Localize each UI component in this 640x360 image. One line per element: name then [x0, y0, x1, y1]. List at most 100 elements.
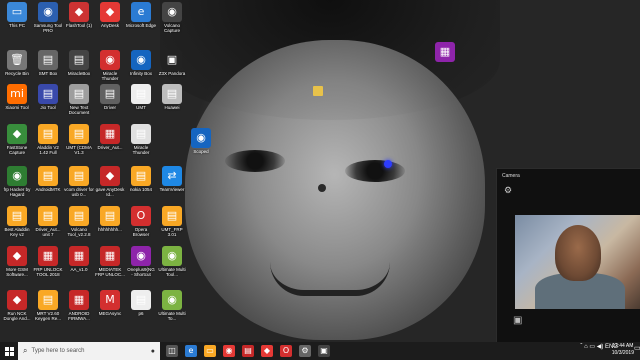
app-icon: ▤	[100, 84, 120, 104]
desktop-icon[interactable]: ▦	[430, 42, 460, 73]
search-box[interactable]: ⌕ Type here to search ●	[18, 342, 160, 360]
desktop-icon-label: Oneplus9(NG - Shortcut	[127, 267, 155, 277]
desktop-icon[interactable]: M MEGAsync	[95, 290, 125, 321]
desktop-icon-label: Jio Tool	[40, 105, 56, 110]
app-icon: ▤	[38, 124, 58, 144]
desktop-icon[interactable]: ◉ Infinity Box	[126, 50, 156, 81]
desktop-icon-label: Ultimate Multi To...	[158, 311, 186, 321]
desktop-icon[interactable]: ◉ Samsung Tool PRO	[33, 2, 63, 33]
desktop-icon[interactable]: e Microsoft Edge	[126, 2, 156, 33]
clock[interactable]: 12:44 AM 10/3/2019	[612, 343, 634, 357]
app-icon: ◆	[100, 2, 120, 22]
desktop-icon-label: Infinity Box	[129, 71, 152, 76]
app-icon: ▦	[38, 246, 58, 266]
app-icon: ▤	[131, 84, 151, 104]
desktop-icon[interactable]: ▤ UMT	[126, 84, 156, 115]
app-icon: ◆	[100, 166, 120, 186]
desktop-icon[interactable]: ▤ vcom driver for usb 0...	[64, 166, 94, 197]
microphone-icon[interactable]: ●	[151, 348, 155, 355]
desktop-icon[interactable]: ▤ Miracle Thunder	[126, 124, 156, 155]
camera-window[interactable]: Camera ⚙ ▣	[496, 168, 640, 342]
windows-icon	[4, 346, 14, 356]
desktop-icon[interactable]: ◉ Ultimate Multi Tool...	[157, 246, 187, 277]
desktop-icon[interactable]: ◉ Scoped	[186, 128, 216, 159]
desktop-icon[interactable]: ▦ AA_v1.0	[64, 246, 94, 277]
desktop-icon[interactable]: ⇄ TeamViewer	[157, 166, 187, 197]
app-icon: ▦	[100, 124, 120, 144]
desktop-icon[interactable]: ▤ Driver_Aut... unit 7	[33, 206, 63, 237]
taskbar-app-icon[interactable]: ⚙	[299, 345, 311, 357]
app-icon: ◉	[162, 290, 182, 310]
wallpaper-mouth	[270, 262, 390, 296]
desktop-icon-label: More GSM Software...	[6, 267, 28, 277]
desktop-icon-label: Driver	[104, 105, 116, 110]
desktop-icon[interactable]: ◆ AnyDesk	[95, 2, 125, 33]
settings-icon[interactable]: ⚙	[504, 185, 512, 196]
app-icon: M	[100, 290, 120, 310]
desktop-icon[interactable]: ▤ Huawei	[157, 84, 187, 115]
desktop-icon[interactable]: ▤ hhhhhhhh...	[95, 206, 125, 237]
desktop-icon[interactable]: ◆ FastStone Capture	[2, 124, 32, 155]
desktop-icon[interactable]: ◆ gave AnyDesk Id...	[95, 166, 125, 197]
desktop-icon[interactable]: ▦ ANDROID FIRMWA...	[64, 290, 94, 321]
desktop-icon-label: Miracle Thunder	[101, 71, 119, 81]
taskbar-app-icon[interactable]: ◉	[223, 345, 235, 357]
desktop-icon[interactable]: mi Xiaomi Tool	[2, 84, 32, 115]
desktop-icon[interactable]: ▦ FRP UNLOCK TOOL 2018	[33, 246, 63, 277]
app-icon: ▤	[162, 206, 182, 226]
desktop-icon[interactable]: ◉ Ultimate Multi To...	[157, 290, 187, 321]
app-icon: ◉	[162, 2, 182, 22]
search-icon: ⌕	[23, 346, 28, 355]
desktop-icon[interactable]: 🗑 Recycle Bin	[2, 50, 32, 81]
desktop-icon[interactable]: ◉ Miracle Thunder	[95, 50, 125, 81]
desktop-icon[interactable]: ◉ Oneplus9(NG - Shortcut	[126, 246, 156, 277]
desktop-icon[interactable]: ▤ New Text Document	[64, 84, 94, 115]
desktop-icon[interactable]: ◉ frp Hacker by Hagard	[2, 166, 32, 197]
desktop-icon[interactable]: ▤ UMT (CDMA V1.3	[64, 124, 94, 155]
taskbar-app-icon[interactable]: ◆	[261, 345, 273, 357]
desktop-icon-label: Scoped	[193, 149, 209, 154]
desktop-icon[interactable]: ◆ More GSM Software...	[2, 246, 32, 277]
desktop-icon[interactable]: ▦ MEDIATEK FRP UNLOC...	[95, 246, 125, 277]
desktop-icon[interactable]: ▤ MRT V2.60 Keygen Re...	[33, 290, 63, 321]
desktop-icon[interactable]: ▤ UMT_FRP 3.01	[157, 206, 187, 237]
clock-date: 10/3/2019	[611, 350, 634, 356]
clock-time: 12:44 AM	[612, 343, 634, 349]
desktop-icon[interactable]: ▤ MiracleBox	[64, 50, 94, 81]
desktop-icon[interactable]: ▤ Volcano Tool_v2.2.8	[64, 206, 94, 237]
desktop-icon[interactable]: ▤ Driver	[95, 84, 125, 115]
camera-subject-face	[555, 225, 601, 281]
desktop-icon-label: hhhhhhhh...	[98, 227, 122, 232]
camera-capture-icon[interactable]: ▣	[513, 315, 522, 326]
desktop-icon[interactable]: ▤ Aladdin V2 1.42 Full	[33, 124, 63, 155]
desktop-icon-label: Driver_Aut...	[97, 145, 123, 150]
desktop-icon[interactable]: ◉ Volcano Capture	[157, 2, 187, 33]
desktop-icon[interactable]: ▤ Best Aladdin Key v2	[2, 206, 32, 237]
desktop-icon[interactable]: ▤ nokia 1054	[126, 166, 156, 197]
taskbar-app-icon[interactable]: ◫	[166, 345, 178, 357]
taskbar-app-icon[interactable]: ▭	[204, 345, 216, 357]
app-icon: e	[131, 2, 151, 22]
desktop-icon[interactable]: ▤ SMT Box	[33, 50, 63, 81]
notification-icon[interactable]: ▭	[634, 344, 640, 352]
desktop-icon[interactable]: ▭ This PC	[2, 2, 32, 33]
desktop-icon-label: Aladdin V2 1.42 Full	[37, 145, 59, 155]
start-button[interactable]	[0, 342, 18, 360]
desktop-icon[interactable]: ◆ Run NCK Dongle And...	[2, 290, 32, 321]
taskbar-app-icon[interactable]: O	[280, 345, 292, 357]
taskbar-app-icon[interactable]: e	[185, 345, 197, 357]
desktop-icon[interactable]: ▦ Driver_Aut...	[95, 124, 125, 155]
app-icon: ▤	[69, 166, 89, 186]
app-icon: ▦	[69, 246, 89, 266]
desktop-icon[interactable]: ◆ FlashTool (1)	[64, 2, 94, 33]
desktop-icon[interactable]: ▣ Z3X Pandora	[157, 50, 187, 81]
taskbar-app-icon[interactable]: ▣	[318, 345, 330, 357]
taskbar-app-icon[interactable]: ▤	[242, 345, 254, 357]
folder-icon[interactable]	[313, 86, 323, 96]
desktop-icon[interactable]: ▤ AndroidMTK	[33, 166, 63, 197]
desktop-icon[interactable]: O Opera Browser	[126, 206, 156, 237]
desktop-icon-label: Ultimate Multi Tool...	[158, 267, 186, 277]
app-icon: ◆	[7, 290, 27, 310]
desktop-icon[interactable]: ▤ Jio Tool	[33, 84, 63, 115]
desktop-icon[interactable]: ▤ p6	[126, 290, 156, 321]
